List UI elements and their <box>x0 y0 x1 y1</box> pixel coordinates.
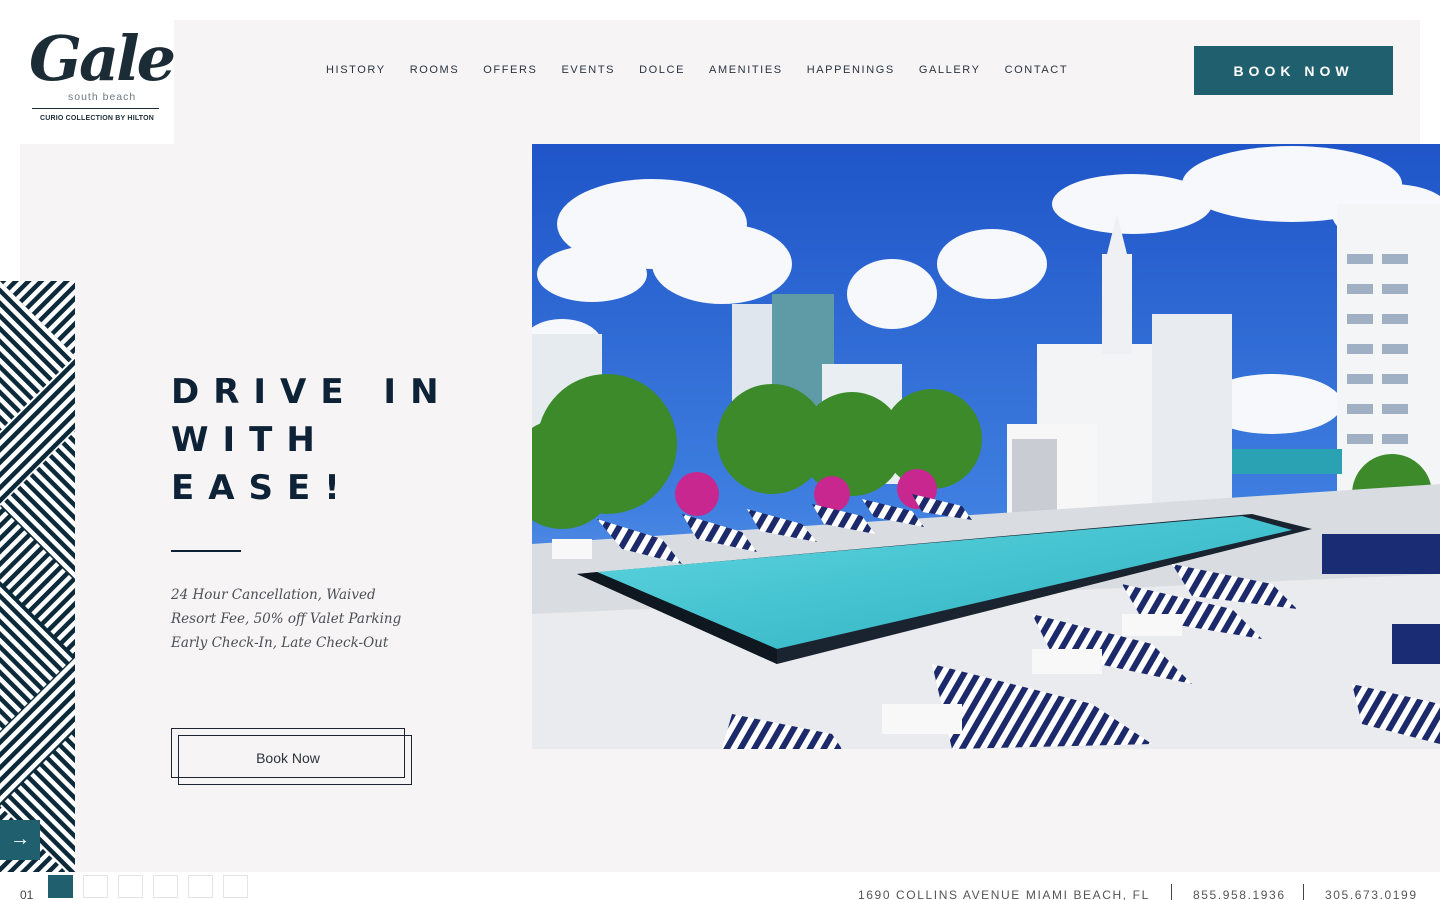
footer-divider-2 <box>1303 884 1304 900</box>
logo-collection: CURIO COLLECTION BY HILTON <box>39 115 155 122</box>
hero-headline: DRIVE IN WITH EASE! <box>171 368 471 512</box>
book-now-header-button[interactable]: BOOK NOW <box>1194 46 1393 95</box>
nav-contact[interactable]: CONTACT <box>1005 62 1069 78</box>
hero-description: 24 Hour Cancellation, Waived Resort Fee,… <box>171 583 421 655</box>
slide-dot-5[interactable] <box>188 875 213 898</box>
slide-dot-6[interactable] <box>223 875 248 898</box>
footer-divider-1 <box>1171 884 1172 900</box>
headline-accent-rule <box>171 550 241 552</box>
logo-divider <box>32 108 159 109</box>
nav-history[interactable]: HISTORY <box>326 62 386 78</box>
hotel-address[interactable]: 1690 COLLINS AVENUE MIAMI BEACH, FL <box>858 888 1150 900</box>
nav-events[interactable]: EVENTS <box>561 62 615 78</box>
slide-dot-4[interactable] <box>153 875 178 898</box>
headline-line-1: DRIVE IN <box>171 372 453 412</box>
copy-line-1: 24 Hour Cancellation, Waived <box>171 587 376 603</box>
headline-line-2: WITH <box>171 420 329 460</box>
phone-number-1[interactable]: 855.958.1936 <box>1193 888 1286 900</box>
slide-number: 01 <box>20 888 34 900</box>
logo-subtitle: south beach <box>68 91 137 103</box>
nav-amenities[interactable]: AMENITIES <box>709 62 783 78</box>
next-slide-arrow-icon[interactable]: → <box>0 820 40 860</box>
nav-happenings[interactable]: HAPPENINGS <box>807 62 895 78</box>
brand-logo[interactable]: Gale south beach CURIO COLLECTION BY HIL… <box>20 20 176 144</box>
hero-photo <box>532 144 1440 749</box>
logo-wordmark: Gale <box>29 22 176 95</box>
nav-rooms[interactable]: ROOMS <box>410 62 460 78</box>
slide-thumbnails <box>48 875 258 898</box>
nav-dolce[interactable]: DOLCE <box>639 62 685 78</box>
slide-dot-1[interactable] <box>48 875 73 898</box>
phone-number-2[interactable]: 305.673.0199 <box>1325 888 1418 900</box>
slide-dot-2[interactable] <box>83 875 108 898</box>
book-now-cta-button[interactable]: Book Now <box>171 728 405 778</box>
chevron-pattern <box>0 281 75 872</box>
copy-line-3: Early Check-In, Late Check-Out <box>171 635 389 651</box>
copy-line-2: Resort Fee, 50% off Valet Parking <box>171 611 402 627</box>
headline-line-3: EASE! <box>171 468 354 508</box>
nav-offers[interactable]: OFFERS <box>483 62 537 78</box>
nav-gallery[interactable]: GALLERY <box>919 62 981 78</box>
main-nav: HISTORY ROOMS OFFERS EVENTS DOLCE AMENIT… <box>326 62 1092 78</box>
slide-dot-3[interactable] <box>118 875 143 898</box>
